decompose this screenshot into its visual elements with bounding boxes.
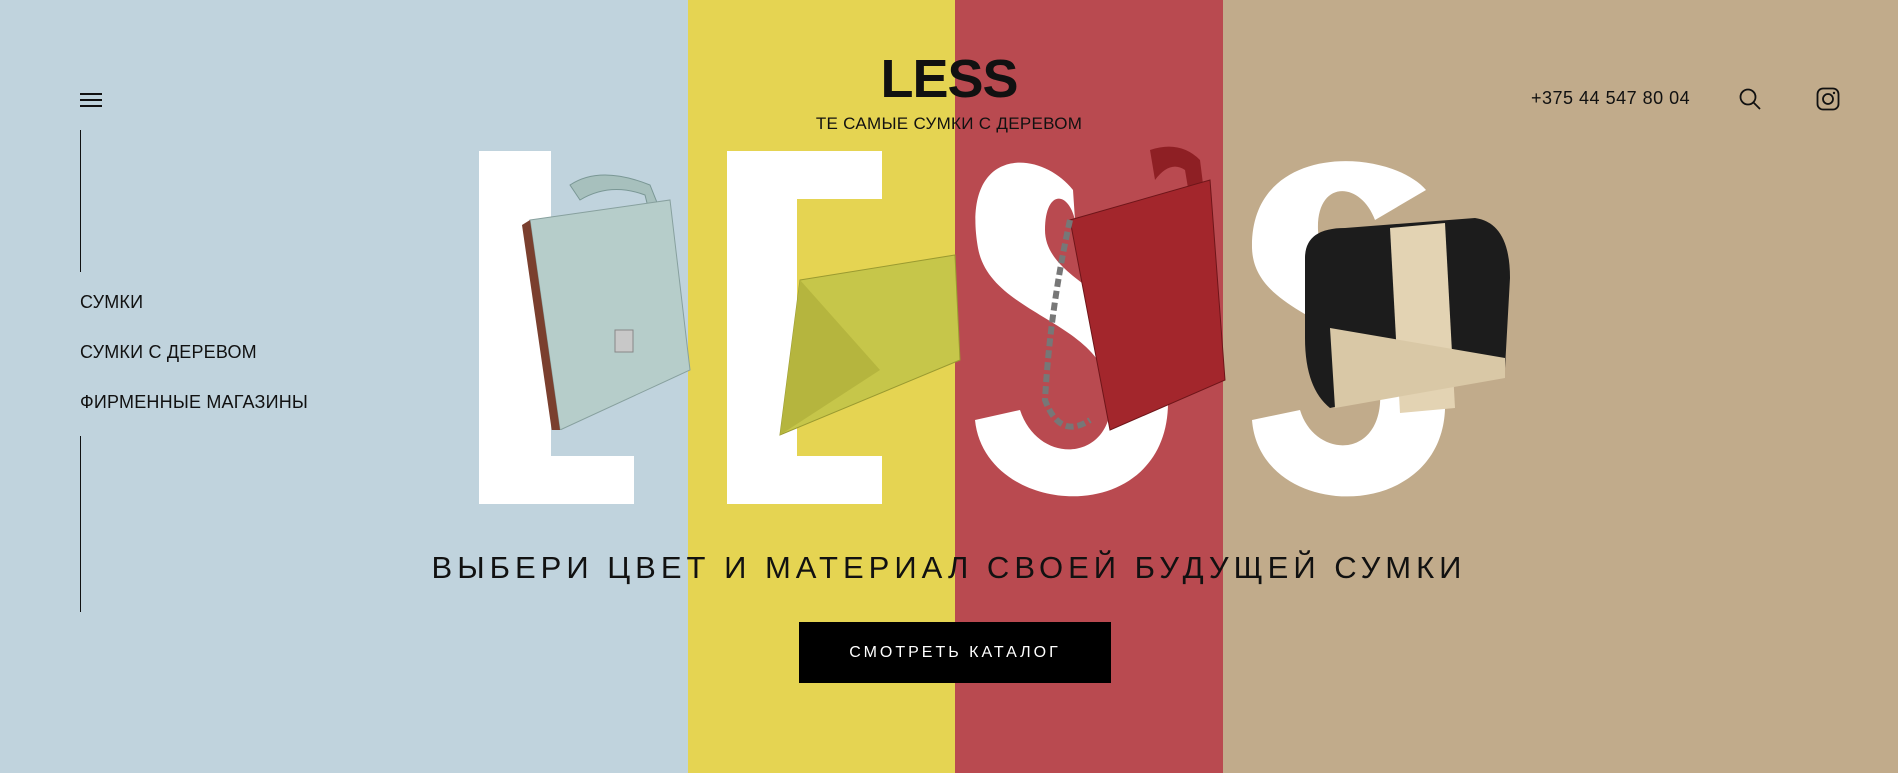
view-catalog-button[interactable]: СМОТРЕТЬ КАТАЛОГ: [799, 622, 1111, 683]
sidebar-nav: СУМКИ СУМКИ С ДЕРЕВОМ ФИРМЕННЫЕ МАГАЗИНЫ: [80, 291, 308, 441]
instagram-icon[interactable]: [1816, 87, 1840, 111]
bag-croc-blue-image: [522, 174, 691, 430]
search-icon[interactable]: [1738, 87, 1762, 111]
sidebar-divider-top: [80, 130, 81, 272]
sidebar-item-brand-stores[interactable]: ФИРМЕННЫЕ МАГАЗИНЫ: [80, 391, 308, 441]
sidebar-item-bags[interactable]: СУМКИ: [80, 291, 308, 341]
bag-black-beige-image: [1305, 218, 1510, 413]
site-tagline: ТЕ САМЫЕ СУМКИ С ДЕРЕВОМ: [815, 114, 1083, 133]
phone-link[interactable]: +375 44 547 80 04: [1531, 88, 1690, 109]
bag-red-croc-image: [1041, 146, 1226, 431]
bag-yellow-clutch-image: [779, 254, 961, 436]
hero-headline: ВЫБЕРИ ЦВЕТ И МАТЕРИАЛ СВОЕЙ БУДУЩЕЙ СУМ…: [431, 550, 1467, 585]
sidebar-item-bags-with-wood[interactable]: СУМКИ С ДЕРЕВОМ: [80, 341, 308, 391]
